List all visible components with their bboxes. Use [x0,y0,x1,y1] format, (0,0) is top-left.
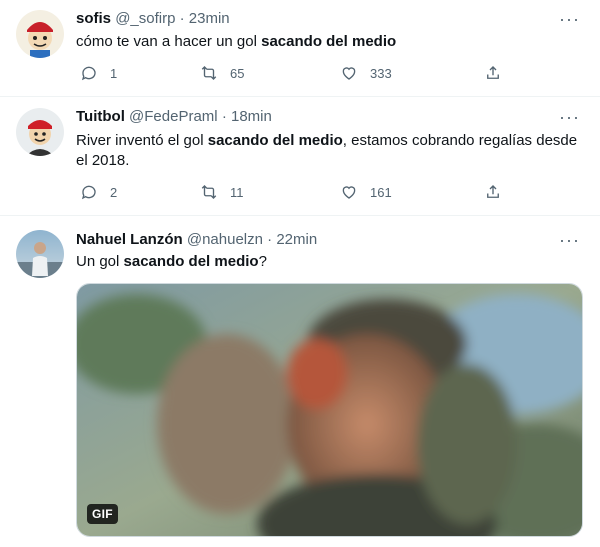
share-icon [487,66,499,79]
author-name[interactable]: Nahuel Lanzón [76,231,183,248]
reply-count: 1 [110,65,118,81]
tweet-feed: sofis @_sofirp · 23min ··· cómo te van a… [0,0,600,547]
text-segment: cómo te van a hacer un gol [76,33,262,50]
reply-icon [81,66,96,81]
like-icon [342,186,356,199]
retweet-button[interactable]: 65 [200,64,244,82]
gif-badge: GIF [87,504,118,524]
author-handle[interactable]: @_sofirp [115,10,175,27]
avatar[interactable] [16,10,64,58]
tweet[interactable]: sofis @_sofirp · 23min ··· cómo te van a… [0,0,600,97]
retweet-count: 11 [230,184,244,200]
share-icon [487,185,499,198]
timestamp[interactable]: 18min [231,108,272,125]
like-button[interactable]: 333 [340,64,392,82]
highlight-text: sacando del medio [261,33,397,50]
tweet-text: cómo te van a hacer un gol sacando del m… [76,32,581,52]
reply-button[interactable]: 2 [80,183,117,201]
reply-icon [81,185,96,200]
retweet-button[interactable]: 11 [200,183,244,201]
text-segment: River inventó el gol [76,132,208,149]
author-name[interactable]: sofis [76,10,111,27]
like-icon [342,67,356,80]
reply-count: 2 [110,184,118,200]
text-segment: Un gol [76,253,124,270]
retweet-icon [201,185,217,199]
author-handle[interactable]: @nahuelzn [187,231,263,248]
separator-dot: · [179,10,185,27]
avatar[interactable] [16,108,64,156]
share-button[interactable] [484,183,502,201]
reply-button[interactable]: 1 [80,64,117,82]
author-name[interactable]: Tuitbol [76,108,125,125]
retweet-count: 65 [230,65,245,81]
action-bar: 1 65 333 [76,64,506,84]
avatar[interactable] [16,230,64,278]
tweet-text: River inventó el gol sacando del medio, … [76,131,581,171]
author-handle[interactable]: @FedePraml [129,108,218,125]
like-button[interactable]: 161 [340,183,392,201]
action-bar: 2 11 161 [76,183,506,203]
gif-frame [77,284,582,536]
more-icon[interactable]: ··· [559,10,580,28]
separator-dot: · [267,231,273,248]
more-icon[interactable]: ··· [559,231,580,249]
tweet-text: Un gol sacando del medio? [76,252,581,272]
separator-dot: · [221,108,227,125]
highlight-text: sacando del medio [207,132,343,149]
like-count: 333 [370,65,392,81]
gif-media[interactable]: GIF [76,283,583,537]
timestamp[interactable]: 23min [189,10,230,27]
text-segment: ? [258,253,267,270]
share-button[interactable] [484,64,502,82]
tweet[interactable]: Tuitbol @FedePraml · 18min ··· River inv… [0,97,600,216]
timestamp[interactable]: 22min [276,231,317,248]
like-count: 161 [370,184,392,200]
highlight-text: sacando del medio [123,253,259,270]
retweet-icon [201,66,217,80]
more-icon[interactable]: ··· [559,108,580,126]
